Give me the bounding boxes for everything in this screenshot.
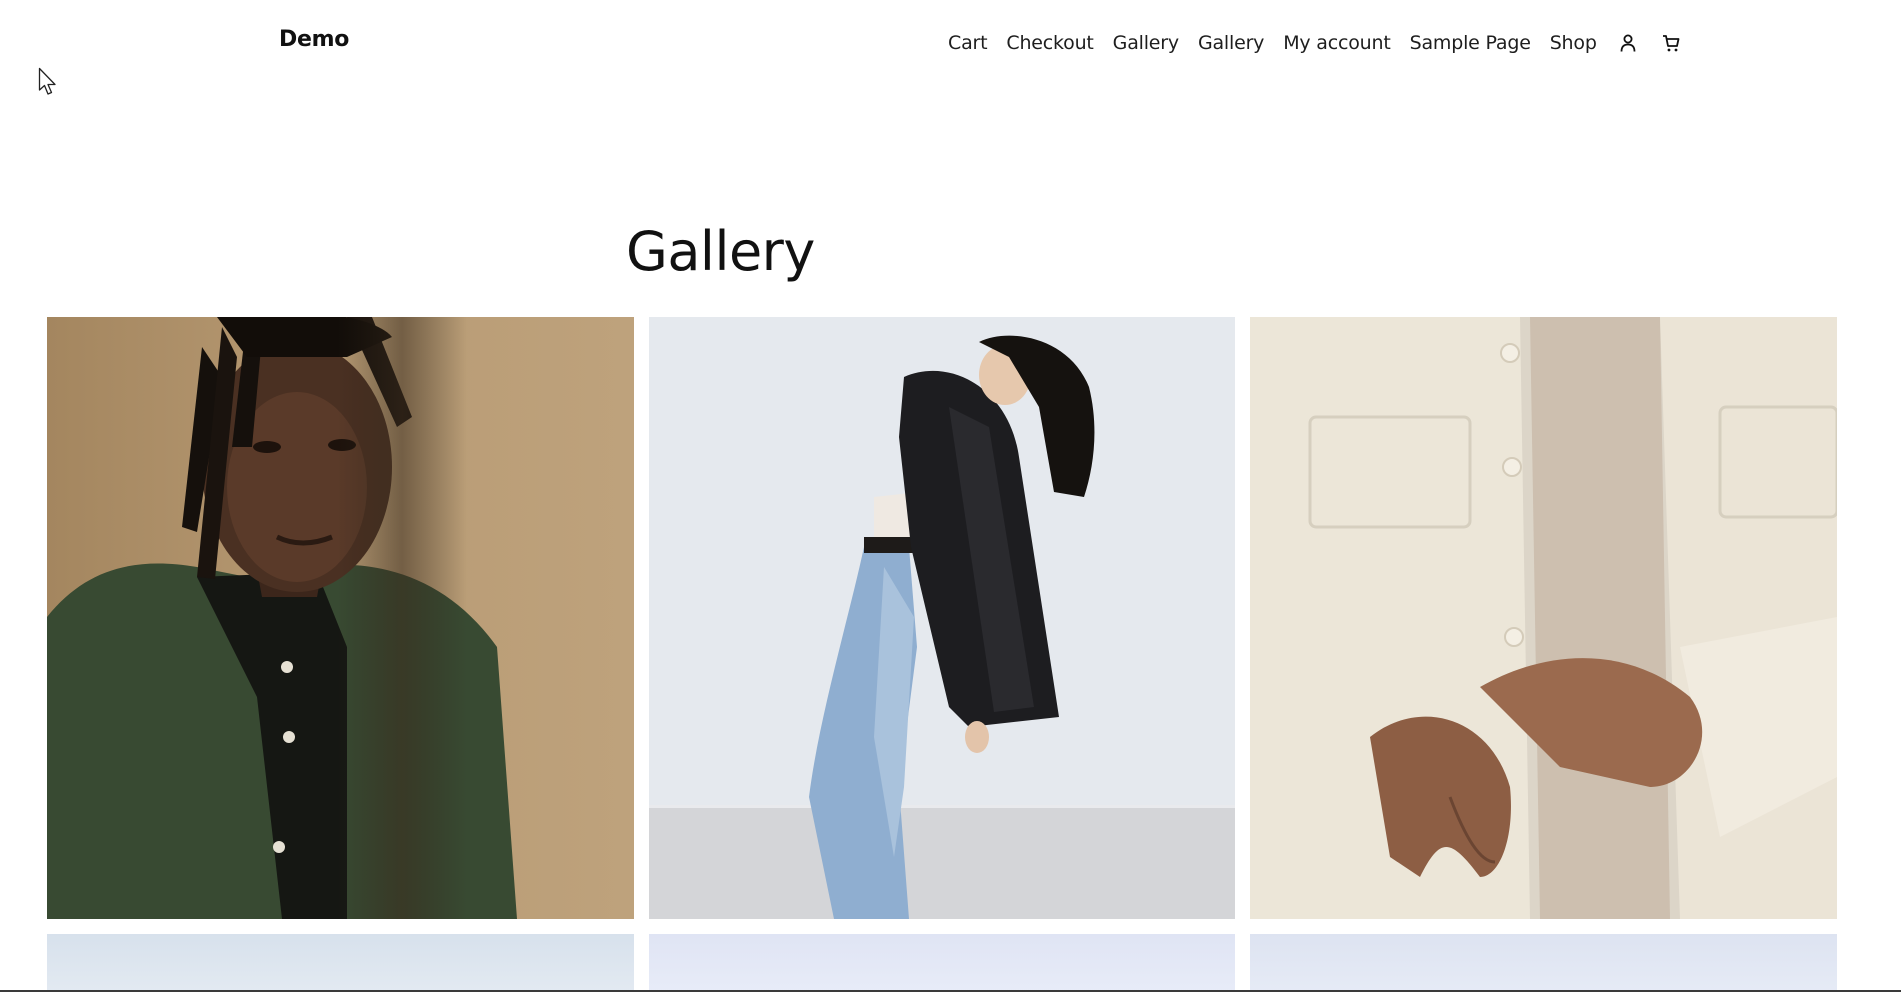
gallery-image-2[interactable] xyxy=(649,317,1235,919)
page-title: Gallery xyxy=(626,220,815,283)
nav-item-gallery[interactable]: Gallery xyxy=(1113,32,1179,54)
gallery-image-1[interactable] xyxy=(47,317,634,919)
nav-item-checkout[interactable]: Checkout xyxy=(1006,32,1093,54)
hands-shirt-image xyxy=(1250,317,1837,919)
gallery-image-4[interactable] xyxy=(47,934,634,990)
portrait-man-image xyxy=(47,317,634,919)
nav-item-sample-page[interactable]: Sample Page xyxy=(1410,32,1531,54)
nav-item-gallery-2[interactable]: Gallery xyxy=(1198,32,1264,54)
woman-leaning-image xyxy=(649,317,1235,919)
account-icon[interactable] xyxy=(1616,31,1640,55)
primary-navigation: Cart Checkout Gallery Gallery My account… xyxy=(948,29,1683,57)
site-title[interactable]: Demo xyxy=(279,27,349,52)
nav-item-my-account[interactable]: My account xyxy=(1283,32,1391,54)
gallery-image-3[interactable] xyxy=(1250,317,1837,919)
nav-item-shop[interactable]: Shop xyxy=(1550,32,1597,54)
nav-item-cart[interactable]: Cart xyxy=(948,32,988,54)
cart-icon[interactable] xyxy=(1659,31,1683,55)
gallery-image-5[interactable] xyxy=(649,934,1235,990)
mouse-cursor-icon xyxy=(38,67,56,95)
gallery-image-6[interactable] xyxy=(1250,934,1837,990)
page-viewport: Demo Cart Checkout Gallery Gallery My ac… xyxy=(0,0,1901,990)
